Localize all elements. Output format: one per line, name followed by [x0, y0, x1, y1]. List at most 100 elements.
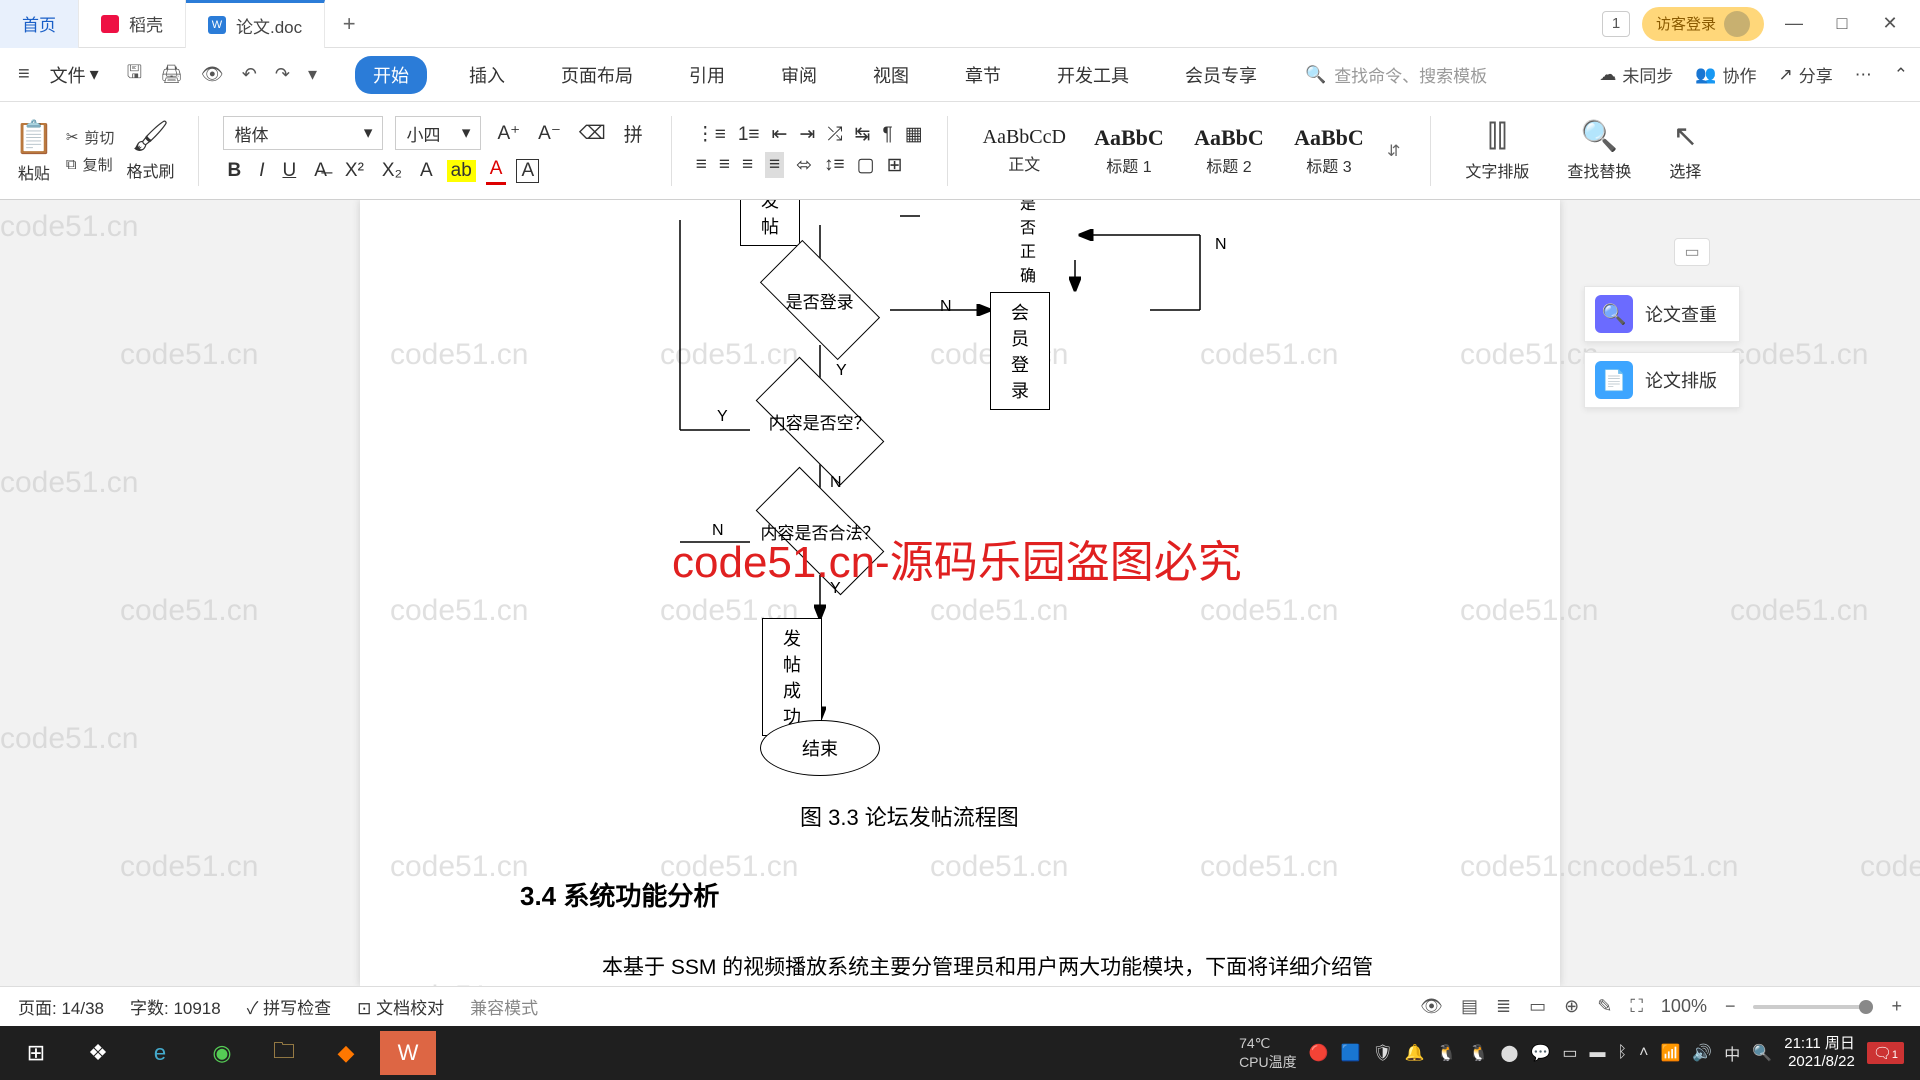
underline-button[interactable]: U [278, 158, 300, 184]
side-thesis-layout[interactable]: 📄 论文排版 [1584, 352, 1740, 408]
share-button[interactable]: ↗分享 [1779, 62, 1833, 87]
doc-proof-toggle[interactable]: ⊡ 文档校对 [357, 994, 444, 1019]
document-workspace[interactable]: code51.cn code51.cn code51.cn code51.cn … [0, 200, 1920, 986]
tray-icon-10[interactable]: ▬ [1590, 1044, 1606, 1062]
char-border-button[interactable]: A [516, 159, 539, 183]
qat-more-icon[interactable]: ▾ [308, 64, 317, 85]
menu-more-icon[interactable]: ⋯ [1855, 65, 1872, 85]
menu-tab-start[interactable]: 开始 [355, 56, 427, 94]
paste-button[interactable]: 📋 粘贴 [14, 118, 54, 184]
tray-chevron-icon[interactable]: ˄ [1639, 1044, 1648, 1062]
align-right-icon[interactable]: ≡ [742, 154, 753, 176]
superscript-button[interactable]: X² [341, 158, 368, 184]
spellcheck-toggle[interactable]: ✓ 拼写检查 [247, 994, 331, 1019]
decrease-font-icon[interactable]: A⁻ [534, 120, 565, 147]
find-replace-button[interactable]: 🔍查找替换 [1557, 119, 1641, 182]
tab-count-badge[interactable]: 1 [1602, 11, 1630, 37]
borders-icon[interactable]: ⊞ [887, 154, 903, 177]
view-outline-icon[interactable]: ≣ [1496, 996, 1511, 1017]
style-h2[interactable]: AaBbC标题 2 [1181, 120, 1277, 182]
strikethrough-button[interactable]: A̶ [310, 158, 331, 184]
format-painter-button[interactable]: 🖌 格式刷 [126, 119, 174, 182]
tray-icon-3[interactable]: 🛡 [1372, 1043, 1392, 1063]
taskbar-app-1[interactable]: ❖ [70, 1031, 126, 1075]
distribute-icon[interactable]: ⬄ [796, 154, 812, 177]
tray-icon-7[interactable]: ⬤ [1501, 1043, 1519, 1063]
tray-icon-9[interactable]: ▭ [1562, 1043, 1577, 1063]
sort-icon[interactable]: ⤮ [827, 124, 842, 146]
clear-format-icon[interactable]: ⌫ [575, 120, 610, 147]
reading-layout-icon[interactable]: ▦ [905, 123, 923, 146]
file-menu[interactable]: 文件▾ [42, 62, 107, 88]
window-maximize-button[interactable]: □ [1824, 6, 1860, 42]
zoom-level[interactable]: 100% [1661, 996, 1707, 1017]
styles-more-icon[interactable]: ⇵ [1381, 141, 1406, 161]
save-icon[interactable]: 🖫 [127, 60, 142, 90]
new-tab-button[interactable]: + [325, 0, 373, 48]
tray-icon-8[interactable]: 💬 [1530, 1043, 1550, 1063]
zoom-out-button[interactable]: − [1725, 996, 1736, 1017]
print-icon[interactable]: 🖨 [160, 64, 183, 85]
increase-font-icon[interactable]: A⁺ [493, 120, 524, 147]
taskbar-clock[interactable]: 21:11 周日 2021/8/22 [1784, 1035, 1855, 1071]
style-body[interactable]: AaBbCcD正文 [972, 121, 1077, 180]
phonetic-icon[interactable]: 拼 [620, 118, 647, 149]
subscript-button[interactable]: X₂ [378, 158, 406, 184]
menu-tab-vip[interactable]: 会员专享 [1171, 56, 1271, 94]
text-effects-button[interactable]: A [416, 158, 437, 184]
ime-indicator[interactable]: 中 [1724, 1041, 1740, 1065]
bold-button[interactable]: B [223, 158, 245, 184]
menu-tab-chapter[interactable]: 章节 [951, 56, 1015, 94]
decrease-indent-icon[interactable]: ⇤ [772, 123, 788, 146]
taskbar-browser[interactable]: ◉ [194, 1031, 250, 1075]
collab-button[interactable]: 👥协作 [1695, 62, 1756, 87]
window-minimize-button[interactable]: — [1776, 6, 1812, 42]
undo-icon[interactable]: ↶ [242, 64, 257, 85]
highlight-button[interactable]: ab [447, 160, 476, 182]
select-button[interactable]: ↖选择 [1659, 119, 1711, 182]
taskbar-ie[interactable]: e [132, 1031, 188, 1075]
print-preview-icon[interactable]: 👁 [201, 64, 224, 85]
styles-gallery[interactable]: AaBbCcD正文 AaBbC标题 1 AaBbC标题 2 AaBbC标题 3 … [972, 120, 1407, 182]
font-size-select[interactable]: 小四▾ [395, 116, 481, 150]
fit-icon[interactable]: ⛶ [1630, 996, 1643, 1017]
taskbar-explorer[interactable]: 🗀 [256, 1031, 312, 1075]
zoom-slider[interactable] [1753, 1005, 1873, 1009]
sync-status[interactable]: ☁未同步 [1599, 62, 1673, 87]
align-left-icon[interactable]: ≡ [696, 154, 707, 176]
menu-tab-view[interactable]: 视图 [859, 56, 923, 94]
side-thesis-check[interactable]: 🔍 论文查重 [1584, 286, 1740, 342]
menu-tab-devtools[interactable]: 开发工具 [1043, 56, 1143, 94]
comment-icon[interactable]: ✎ [1597, 996, 1612, 1017]
font-color-button[interactable]: A [486, 156, 507, 185]
taskbar-wps[interactable]: W [380, 1031, 436, 1075]
eye-icon[interactable]: 👁 [1420, 996, 1443, 1017]
view-page-icon[interactable]: ▤ [1461, 996, 1478, 1017]
tab-docer[interactable]: 稻壳 [79, 0, 186, 48]
tab-document[interactable]: W 论文.doc [186, 0, 325, 48]
cut-button[interactable]: ✂剪切 [66, 127, 115, 148]
tray-search-icon[interactable]: 🔍 [1752, 1043, 1772, 1063]
menu-tab-review[interactable]: 审阅 [767, 56, 831, 94]
tray-icon-1[interactable]: 🔴 [1309, 1043, 1329, 1063]
bluetooth-icon[interactable]: ᛒ [1618, 1044, 1628, 1062]
redo-icon[interactable]: ↷ [275, 64, 290, 85]
zoom-in-button[interactable]: + [1891, 996, 1902, 1017]
tray-icon-5[interactable]: 🐧 [1437, 1043, 1457, 1063]
start-button[interactable]: ⊞ [8, 1031, 64, 1075]
hamburger-icon[interactable]: ≡ [12, 63, 36, 86]
tray-icon-2[interactable]: 🟦 [1341, 1043, 1361, 1063]
command-search[interactable]: 🔍 查找命令、搜索模板 [1305, 62, 1487, 87]
word-count[interactable]: 字数: 10918 [130, 994, 221, 1019]
line-spacing-icon[interactable]: ↕≡ [824, 154, 845, 176]
italic-button[interactable]: I [255, 158, 268, 184]
side-panel-toggle[interactable]: ▭ [1674, 238, 1710, 266]
volume-icon[interactable]: 🔊 [1692, 1043, 1712, 1063]
style-h1[interactable]: AaBbC标题 1 [1081, 120, 1177, 182]
copy-button[interactable]: ⧉复制 [66, 154, 115, 175]
numbering-icon[interactable]: 1≡ [738, 124, 760, 146]
view-read-icon[interactable]: ▭ [1529, 996, 1546, 1017]
show-marks-icon[interactable]: ¶ [882, 124, 892, 146]
tab-home[interactable]: 首页 [0, 0, 79, 48]
increase-indent-icon[interactable]: ⇥ [799, 123, 815, 146]
